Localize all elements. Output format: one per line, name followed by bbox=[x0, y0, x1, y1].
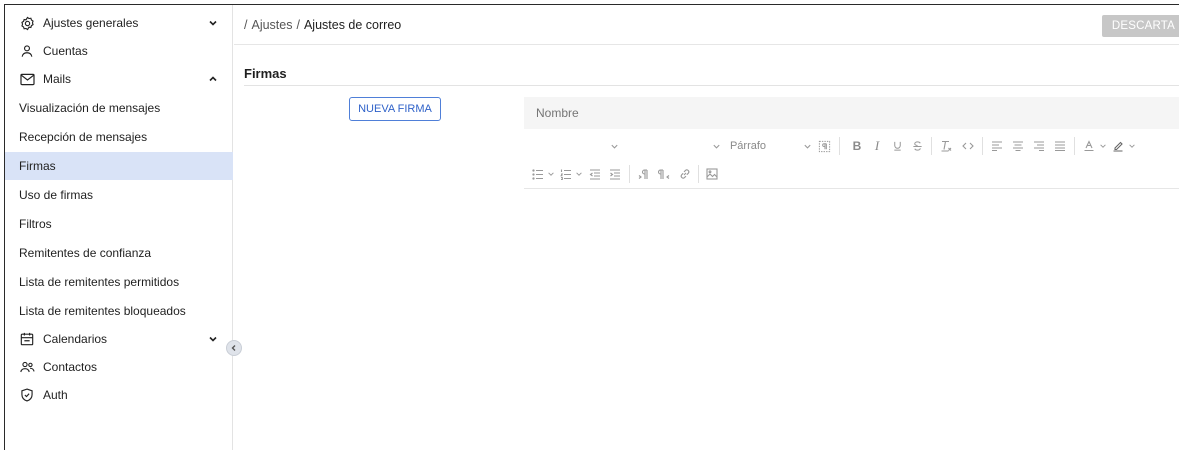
paragraph-format-dropdown[interactable]: Párrafo bbox=[724, 136, 772, 156]
editor-toolbar-row-1: Párrafo B I bbox=[524, 133, 1179, 159]
text-color-icon[interactable] bbox=[1081, 136, 1097, 156]
app-window: Ajustes generales Cuentas Mails Visualiz… bbox=[4, 4, 1179, 450]
breadcrumb-current: Ajustes de correo bbox=[303, 17, 402, 32]
toolbar-divider bbox=[839, 137, 840, 155]
align-justify-icon[interactable] bbox=[1052, 136, 1068, 156]
sidebar-item-label: Recepción de mensajes bbox=[19, 130, 148, 144]
chevron-left-icon bbox=[231, 345, 236, 351]
gear-icon bbox=[19, 15, 35, 31]
sidebar-item-trusted-senders[interactable]: Remitentes de confianza bbox=[5, 239, 233, 267]
sidebar-item-signatures[interactable]: Firmas bbox=[5, 152, 233, 180]
new-signature-button[interactable]: NUEVA FIRMA bbox=[349, 97, 441, 121]
signature-name-input[interactable] bbox=[524, 97, 1179, 129]
sidebar-item-general-settings[interactable]: Ajustes generales bbox=[5, 9, 233, 37]
sidebar-item-calendars[interactable]: Calendarios bbox=[5, 325, 233, 353]
chevron-down-icon bbox=[548, 172, 554, 176]
align-left-icon[interactable] bbox=[989, 136, 1005, 156]
underline-icon[interactable] bbox=[889, 136, 905, 156]
toolbar-divider bbox=[629, 165, 630, 183]
sidebar-item-label: Uso de firmas bbox=[19, 188, 94, 202]
sidebar-item-accounts[interactable]: Cuentas bbox=[5, 37, 233, 65]
highlight-icon[interactable] bbox=[1110, 136, 1126, 156]
sidebar-item-filters[interactable]: Filtros bbox=[5, 210, 233, 238]
italic-icon[interactable]: I bbox=[869, 136, 885, 156]
breadcrumb: / Ajustes / Ajustes de correo DESCARTA bbox=[234, 5, 1179, 45]
sidebar-item-auth[interactable]: Auth bbox=[5, 381, 233, 409]
discard-button[interactable]: DESCARTA bbox=[1101, 15, 1179, 37]
sidebar-item-mails[interactable]: Mails bbox=[5, 65, 233, 93]
align-center-icon[interactable] bbox=[1010, 136, 1026, 156]
bullet-list-icon[interactable] bbox=[530, 164, 546, 184]
ltr-direction-icon[interactable] bbox=[636, 164, 652, 184]
page-title: Firmas bbox=[244, 66, 287, 81]
sidebar-item-label: Mails bbox=[43, 72, 72, 86]
sidebar-item-label: Remitentes de confianza bbox=[19, 246, 152, 260]
numbered-list-chevron[interactable] bbox=[574, 164, 584, 184]
toolbar-divider bbox=[982, 137, 983, 155]
chevron-down-icon[interactable] bbox=[207, 17, 219, 29]
chevron-down-icon bbox=[1100, 144, 1106, 148]
chevron-up-icon[interactable] bbox=[207, 73, 219, 85]
bold-icon[interactable]: B bbox=[849, 136, 865, 156]
contacts-icon bbox=[19, 359, 35, 375]
sidebar-item-label: Lista de remitentes permitidos bbox=[19, 275, 180, 289]
user-icon bbox=[19, 43, 35, 59]
sidebar-item-message-reception[interactable]: Recepción de mensajes bbox=[5, 123, 233, 151]
settings-sidebar: Ajustes generales Cuentas Mails Visualiz… bbox=[5, 5, 233, 450]
sidebar-item-signature-usage[interactable]: Uso de firmas bbox=[5, 181, 233, 209]
breadcrumb-separator: / bbox=[244, 17, 248, 32]
strikethrough-icon[interactable] bbox=[909, 136, 925, 156]
sidebar-item-label: Calendarios bbox=[43, 332, 108, 346]
breadcrumb-separator: / bbox=[296, 17, 300, 32]
chevron-down-icon bbox=[803, 144, 811, 149]
link-icon[interactable] bbox=[677, 164, 693, 184]
divider bbox=[244, 85, 1179, 86]
calendar-icon bbox=[19, 331, 35, 347]
chevron-down-icon bbox=[1129, 144, 1135, 148]
font-family-dropdown[interactable] bbox=[608, 136, 620, 156]
chevron-down-icon[interactable] bbox=[207, 333, 219, 345]
sidebar-item-label: Ajustes generales bbox=[43, 16, 139, 30]
sidebar-item-label: Lista de remitentes bloqueados bbox=[19, 304, 186, 318]
insert-image-icon[interactable] bbox=[704, 164, 720, 184]
paragraph-format-chevron[interactable] bbox=[801, 136, 813, 156]
sidebar-item-label: Filtros bbox=[19, 217, 52, 231]
sidebar-item-contacts[interactable]: Contactos bbox=[5, 353, 233, 381]
font-size-dropdown[interactable] bbox=[710, 136, 722, 156]
collapse-sidebar-button[interactable] bbox=[226, 340, 242, 356]
sidebar-item-blocked-senders[interactable]: Lista de remitentes bloqueados bbox=[5, 297, 233, 325]
clear-formatting-icon[interactable] bbox=[938, 136, 954, 156]
sidebar-item-message-view[interactable]: Visualización de mensajes bbox=[5, 94, 233, 122]
editor-toolbar-row-2 bbox=[524, 161, 1179, 187]
numbered-list-icon[interactable] bbox=[558, 164, 574, 184]
highlight-chevron[interactable] bbox=[1127, 136, 1137, 156]
sidebar-item-label: Auth bbox=[43, 388, 68, 402]
text-color-chevron[interactable] bbox=[1098, 136, 1108, 156]
bullet-list-chevron[interactable] bbox=[546, 164, 556, 184]
toolbar-divider bbox=[1074, 137, 1075, 155]
toolbar-divider bbox=[931, 137, 932, 155]
sidebar-item-label: Visualización de mensajes bbox=[19, 101, 161, 115]
main-content: / Ajustes / Ajustes de correo DESCARTA F… bbox=[234, 5, 1179, 450]
chevron-down-icon bbox=[712, 144, 720, 149]
sidebar-item-label: Firmas bbox=[19, 159, 56, 173]
chevron-down-icon bbox=[576, 172, 582, 176]
toolbar-divider bbox=[698, 165, 699, 183]
sidebar-item-label: Cuentas bbox=[43, 44, 88, 58]
breadcrumb-link-settings[interactable]: Ajustes bbox=[251, 18, 292, 32]
mail-icon bbox=[19, 71, 35, 87]
code-icon[interactable] bbox=[960, 136, 976, 156]
indent-icon[interactable] bbox=[607, 164, 623, 184]
paragraph-style-icon[interactable] bbox=[816, 136, 832, 156]
outdent-icon[interactable] bbox=[587, 164, 603, 184]
chevron-down-icon bbox=[610, 144, 618, 149]
align-right-icon[interactable] bbox=[1031, 136, 1047, 156]
shield-icon bbox=[19, 387, 35, 403]
sidebar-item-label: Contactos bbox=[43, 360, 98, 374]
editor-toolbar-divider bbox=[524, 188, 1179, 189]
rtl-direction-icon[interactable] bbox=[656, 164, 672, 184]
sidebar-item-allowed-senders[interactable]: Lista de remitentes permitidos bbox=[5, 268, 233, 296]
